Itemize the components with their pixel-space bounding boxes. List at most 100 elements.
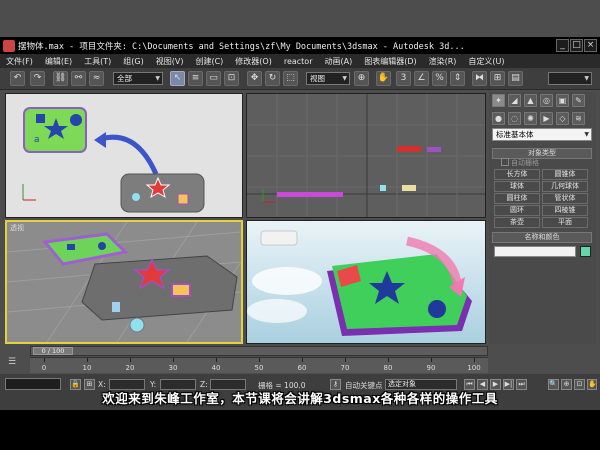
box-front-shape [427, 147, 441, 152]
sphere-button[interactable]: 球体 [494, 181, 540, 192]
shapes-icon[interactable]: ◌ [508, 112, 521, 125]
viewport-perspective[interactable]: 透视 [5, 220, 243, 344]
geometry-icon[interactable]: ● [492, 112, 505, 125]
close-button[interactable]: × [584, 39, 597, 52]
percent-snap-icon[interactable]: % [432, 71, 447, 86]
motion-tab-icon[interactable]: ◎ [540, 94, 553, 107]
menu-file[interactable]: 文件(F) [0, 56, 39, 67]
select-link-icon[interactable]: ⛓ [53, 71, 68, 86]
teapot-button[interactable]: 茶壶 [494, 217, 540, 228]
named-selection-dropdown[interactable] [548, 72, 592, 85]
tube-button[interactable]: 管状体 [542, 193, 588, 204]
viewport-camera[interactable] [246, 220, 486, 344]
align-icon[interactable]: ⊞ [490, 71, 505, 86]
lights-icon[interactable]: ✺ [524, 112, 537, 125]
viewport-top[interactable]: a [5, 93, 243, 218]
menu-edit[interactable]: 编辑(E) [39, 56, 78, 67]
menu-customize[interactable]: 自定义(U) [462, 56, 510, 67]
trackbar-toggle-icon[interactable]: ☰ [8, 357, 22, 369]
scale-icon[interactable]: ⬚ [283, 71, 298, 86]
move-icon[interactable]: ✥ [247, 71, 262, 86]
plane-button[interactable]: 平面 [542, 217, 588, 228]
box-piece-shape [177, 193, 189, 205]
helpers-icon[interactable]: ◇ [556, 112, 569, 125]
time-slider[interactable]: 0 / 100 [30, 346, 488, 356]
layer-manager-icon[interactable]: ▤ [508, 71, 523, 86]
name-color-rollout[interactable]: 名称和颜色 [492, 232, 592, 243]
object-category-dropdown[interactable]: 标准基本体 [492, 128, 592, 141]
tray-persp-shape [81, 255, 238, 321]
front-viewport-grid [247, 94, 485, 217]
viewport-label[interactable]: 透视 [10, 223, 24, 233]
menu-modifiers[interactable]: 修改器(O) [229, 56, 278, 67]
display-tab-icon[interactable]: ▣ [556, 94, 569, 107]
mirror-icon[interactable]: ⧓ [472, 71, 487, 86]
reference-coord-dropdown[interactable]: 视图 [306, 72, 350, 85]
utilities-tab-icon[interactable]: ✎ [572, 94, 585, 107]
rotate-icon[interactable]: ↻ [265, 71, 280, 86]
window-crossing-icon[interactable]: ⊡ [224, 71, 239, 86]
tick-label: 70 [340, 364, 350, 372]
cylinder-persp-shape [129, 317, 145, 333]
video-subtitle: 欢迎来到朱峰工作室，本节课将会讲解3dsmax各种各样的操作工具 [102, 391, 498, 406]
selection-filter-dropdown[interactable]: 全部 [113, 72, 163, 85]
viewport-front[interactable] [246, 93, 486, 218]
object-color-swatch[interactable] [580, 246, 591, 257]
rect-selection-icon[interactable]: ▭ [206, 71, 221, 86]
tick-label: 80 [383, 364, 393, 372]
menu-reactor[interactable]: reactor [278, 57, 319, 66]
time-slider-thumb[interactable]: 0 / 100 [33, 347, 73, 355]
select-by-name-icon[interactable]: ≡ [188, 71, 203, 86]
hierarchy-tab-icon[interactable]: ▲ [524, 94, 537, 107]
undo-icon[interactable]: ↶ [10, 71, 25, 86]
circle-hole-shape [70, 114, 82, 126]
create-tab-icon[interactable]: ✦ [492, 94, 505, 107]
cameras-icon[interactable]: ▶ [540, 112, 553, 125]
cylinder-front-shape [380, 185, 386, 191]
bind-spacewarp-icon[interactable]: ≈ [89, 71, 104, 86]
menu-create[interactable]: 创建(C) [189, 56, 229, 67]
cylinder-button[interactable]: 圆柱体 [494, 193, 540, 204]
perspective-scene [7, 222, 241, 342]
menu-graph-editors[interactable]: 图表编辑器(D) [358, 56, 422, 67]
redo-icon[interactable]: ↷ [30, 71, 45, 86]
geosphere-button[interactable]: 几何球体 [542, 181, 588, 192]
tick-label: 10 [82, 364, 92, 372]
track-bar[interactable]: 0 10 20 30 40 50 60 70 80 90 100 [30, 357, 488, 373]
tick-label: 30 [168, 364, 178, 372]
star-front-shape [397, 146, 421, 152]
maximize-button[interactable]: □ [570, 39, 583, 52]
menu-group[interactable]: 组(G) [117, 56, 149, 67]
pyramid-button[interactable]: 四棱锥 [542, 205, 588, 216]
torus-button[interactable]: 圆环 [494, 205, 540, 216]
angle-snap-icon[interactable]: ∠ [414, 71, 429, 86]
tick-label: 40 [211, 364, 221, 372]
minimize-button[interactable]: _ [556, 39, 569, 52]
tick-label: 100 [467, 364, 481, 372]
object-name-input[interactable] [494, 246, 576, 257]
modify-tab-icon[interactable]: ◢ [508, 94, 521, 107]
menu-rendering[interactable]: 渲染(R) [423, 56, 463, 67]
logo-badge-shape [260, 230, 298, 246]
command-panel: ✦ ◢ ▲ ◎ ▣ ✎ ● ◌ ✺ ▶ ◇ ≋ 标准基本体 对象类型 自动栅格 … [489, 92, 596, 344]
unlink-icon[interactable]: ⚯ [71, 71, 86, 86]
tick-label: 60 [297, 364, 307, 372]
spacewarps-icon[interactable]: ≋ [572, 112, 585, 125]
a-letter-shape: a [34, 135, 40, 145]
small-box-persp-shape [112, 302, 120, 312]
select-manipulate-icon[interactable]: ✋ [376, 71, 391, 86]
menu-tools[interactable]: 工具(T) [78, 56, 117, 67]
menu-views[interactable]: 视图(V) [150, 56, 190, 67]
main-toolbar: ↶ ↷ ⛓ ⚯ ≈ 全部 ↖ ≡ ▭ ⊡ ✥ ↻ ⬚ 视图 ⊕ ✋ 3 ∠ % … [0, 68, 600, 90]
select-object-icon[interactable]: ↖ [170, 71, 185, 86]
move-arrow-shape [100, 134, 159, 176]
app-icon [3, 39, 15, 52]
spinner-snap-icon[interactable]: ⇕ [450, 71, 465, 86]
snaps-toggle-icon[interactable]: 3 [396, 71, 411, 86]
cone-button[interactable]: 圆锥体 [542, 169, 588, 180]
box-button[interactable]: 长方体 [494, 169, 540, 180]
pivot-center-icon[interactable]: ⊕ [354, 71, 369, 86]
autogrid-checkbox[interactable]: 自动栅格 [501, 158, 539, 168]
menu-animation[interactable]: 动画(A) [318, 56, 358, 67]
square-hole-shape [36, 114, 45, 123]
